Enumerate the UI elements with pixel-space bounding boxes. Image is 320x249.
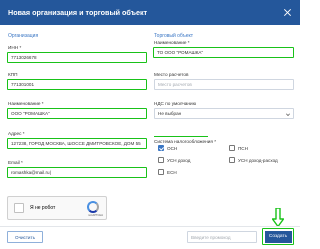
dialog-title: Новая организация и торговый объект	[8, 8, 148, 17]
tax-osn-checkbox[interactable]	[158, 145, 164, 151]
inn-field[interactable]: 7713026678	[7, 52, 147, 63]
tax-psn-checkbox[interactable]	[229, 145, 235, 151]
kpp-field[interactable]: 771301001	[7, 79, 147, 90]
recaptcha-brand: reCAPTCHA	[88, 214, 103, 217]
store-name-field[interactable]: ТО ООО "РОМАШКА"	[153, 47, 294, 58]
tax-esn-label: ЕСН	[167, 170, 177, 175]
create-button[interactable]: Создать	[264, 230, 292, 243]
chevron-down-icon	[286, 112, 290, 116]
kpp-value: 771301001	[11, 82, 34, 87]
kpp-label: КПП	[8, 72, 18, 77]
vat-value: Не выбран	[158, 111, 182, 116]
dialog-header: Новая организация и торговый объект	[0, 0, 300, 25]
promo-code-input[interactable]: Введите промокод	[187, 231, 257, 243]
place-placeholder: Место расчетов	[158, 82, 192, 87]
tax-psn-label: ПСН	[238, 146, 248, 151]
vat-label: НДС по умолчанию	[154, 101, 197, 106]
tax-usn-income-expense-checkbox[interactable]	[229, 157, 235, 163]
create-button-highlight[interactable]: Создать	[262, 228, 294, 245]
clear-button[interactable]: Очистить	[7, 231, 43, 243]
close-icon[interactable]	[283, 8, 292, 17]
tax-usn-income-checkbox[interactable]	[158, 157, 164, 163]
store-name-value: ТО ООО "РОМАШКА"	[157, 50, 204, 55]
promo-code-placeholder: Введите промокод	[191, 234, 231, 240]
recaptcha-logo-icon	[87, 201, 99, 213]
tax-label-highlight	[154, 136, 208, 138]
inn-label: ИНН *	[8, 45, 22, 50]
email-value: romashka@mail.ru|	[11, 170, 51, 175]
email-field[interactable]: romashka@mail.ru|	[7, 167, 147, 178]
arrow-down-icon	[272, 208, 284, 227]
captcha-widget: Я не робот reCAPTCHA	[7, 196, 107, 220]
tax-system-label: Система налогообложения *	[154, 139, 217, 144]
address-value: 127238, ГОРОД МОСКВА, ШОССЕ ДМИТРОВСКОЕ,…	[11, 141, 141, 146]
tax-usn-income-expense-label: УСН доход-расход	[238, 158, 278, 163]
organization-section-title: Организация	[8, 33, 39, 39]
tax-osn-label: ОСН	[167, 146, 178, 151]
org-name-value: ООО "РОМАШКА"	[11, 111, 50, 116]
vat-select[interactable]: Не выбран	[154, 108, 294, 119]
store-name-label: Наименование *	[154, 40, 190, 45]
captcha-label: Я не робот	[30, 205, 56, 211]
place-label: Место расчетов	[154, 72, 189, 77]
tax-usn-income-label: УСН доход	[167, 158, 191, 163]
tax-esn-checkbox[interactable]	[158, 169, 164, 175]
captcha-checkbox[interactable]	[14, 203, 24, 213]
footer-divider	[0, 226, 300, 227]
store-section-title: Торговый объект	[154, 33, 194, 39]
org-name-field[interactable]: ООО "РОМАШКА"	[7, 108, 147, 119]
address-label: Адрес *	[8, 131, 25, 136]
place-field[interactable]: Место расчетов	[154, 79, 294, 90]
address-field[interactable]: 127238, ГОРОД МОСКВА, ШОССЕ ДМИТРОВСКОЕ,…	[7, 138, 147, 149]
email-label: Email *	[8, 160, 23, 165]
org-name-label: Наименование *	[8, 101, 44, 106]
inn-value: 7713026678	[11, 55, 37, 60]
